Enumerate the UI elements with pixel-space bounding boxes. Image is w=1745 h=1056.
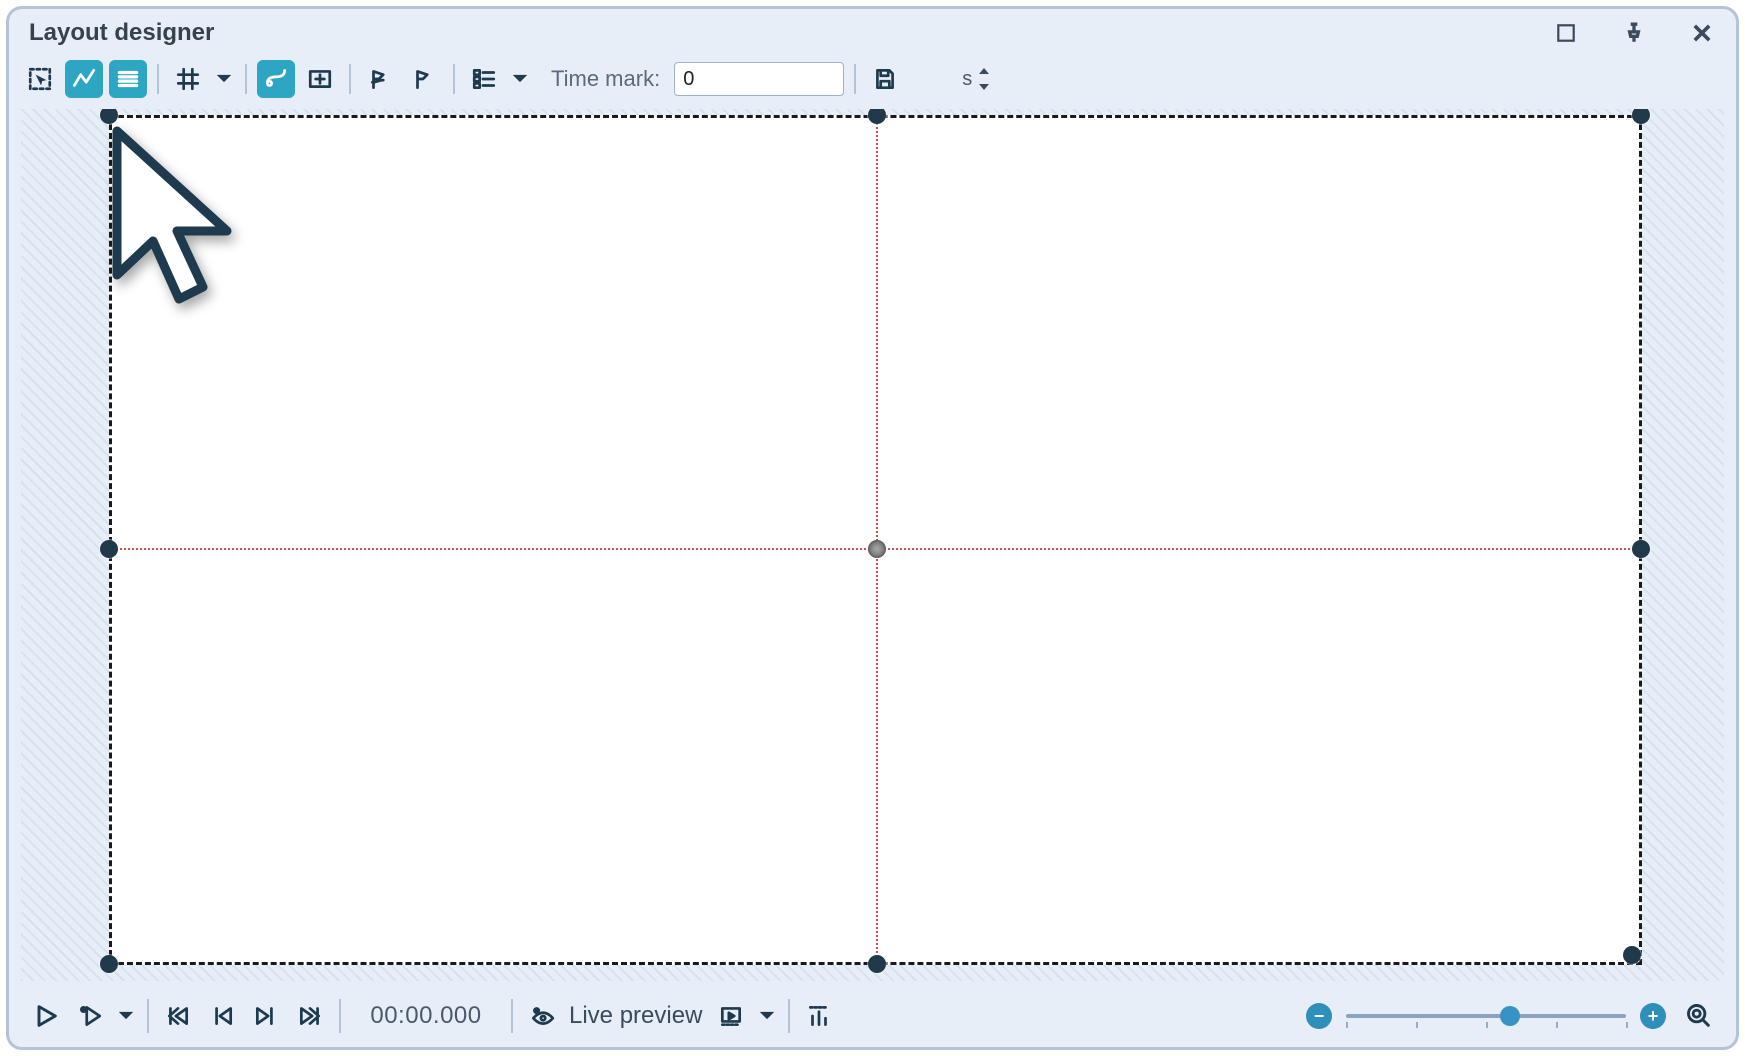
goto-start-button[interactable] [159,997,197,1035]
window-title: Layout designer [29,19,214,47]
zoom-reset-icon [1685,1002,1713,1030]
step-back-button[interactable] [203,997,241,1035]
path-icon [263,66,289,92]
grid-tool-dropdown[interactable] [213,60,235,98]
grid-tool[interactable] [169,60,207,98]
flag-end-tool[interactable] [405,60,443,98]
play-from-cursor-icon [77,1003,103,1029]
zoom-slider-thumb[interactable] [1500,1006,1520,1026]
toolbar-separator [854,64,856,94]
bottombar-separator [788,999,790,1033]
grid-icon [175,66,201,92]
chevron-down-icon [119,1011,133,1021]
toolbar-separator [349,64,351,94]
save-tool[interactable] [866,60,904,98]
flag-start-icon [367,66,393,92]
time-mark-unit: s [956,63,978,95]
bottombar-separator [147,999,149,1033]
goto-end-icon [297,1003,323,1029]
live-preview-button[interactable] [523,997,561,1035]
path-tool[interactable] [257,60,295,98]
preview-window-icon [718,1003,744,1029]
chevron-down-icon [513,74,527,84]
anchor-bot-left[interactable] [100,955,118,973]
maximize-button[interactable] [1552,19,1580,47]
play-options-dropdown[interactable] [115,997,137,1035]
spinner-down[interactable] [979,79,989,95]
anchor-mid-left[interactable] [100,540,118,558]
time-mark-input[interactable] [675,63,956,95]
zoom-reset-button[interactable] [1680,997,1718,1035]
canvas-zone[interactable] [21,109,1724,981]
list-tool[interactable] [109,60,147,98]
anchor-mid-right[interactable] [1632,540,1650,558]
fit-icon [307,66,333,92]
fit-tool[interactable] [301,60,339,98]
toolbar-separator [245,64,247,94]
play-from-cursor-button[interactable] [71,997,109,1035]
goto-start-icon [165,1003,191,1029]
chevron-up-icon [979,68,989,74]
polyline-tool[interactable] [65,60,103,98]
live-preview-label: Live preview [567,1002,706,1030]
zoom-slider[interactable] [1346,1004,1626,1028]
legend-icon [471,66,497,92]
anchor-bot-mid[interactable] [868,955,886,973]
eye-icon [529,1003,555,1029]
step-forward-icon [253,1003,279,1029]
time-mark-field: s [674,62,844,96]
polyline-icon [71,66,97,92]
anchor-top-right[interactable] [1632,109,1650,124]
play-button[interactable] [27,997,65,1035]
anchor-center[interactable] [868,540,886,558]
zoom-in-button[interactable] [1640,1003,1666,1029]
goto-end-button[interactable] [291,997,329,1035]
legend-tool-dropdown[interactable] [509,60,531,98]
select-tool[interactable] [21,60,59,98]
chevron-down-icon [760,1011,774,1021]
timecode: 00:00.000 [351,1002,501,1030]
maximize-icon [1555,22,1577,44]
close-icon [1690,21,1714,45]
pin-button[interactable] [1620,19,1648,47]
meters-icon [806,1003,832,1029]
bottombar-separator [339,999,341,1033]
zoom-out-button[interactable] [1306,1003,1332,1029]
toolbar-separator [453,64,455,94]
spinner-up[interactable] [979,63,989,79]
list-lines-icon [115,66,141,92]
chevron-down-icon [217,74,231,84]
play-icon [32,1002,60,1030]
bottombar-separator [511,999,513,1033]
top-toolbar: Time mark: s [9,57,1736,101]
time-mark-label: Time mark: [537,66,668,92]
flag-start-tool[interactable] [361,60,399,98]
select-icon [27,66,53,92]
titlebar: Layout designer [9,9,1736,57]
preview-window-button[interactable] [712,997,750,1035]
toolbar-separator [157,64,159,94]
pin-icon [1623,21,1645,45]
flag-end-icon [411,66,437,92]
meters-button[interactable] [800,997,838,1035]
preview-window-dropdown[interactable] [756,997,778,1035]
layout-designer-window: Layout designer [6,6,1739,1050]
window-controls [1552,19,1716,47]
bottom-toolbar: 00:00.000 Live preview [9,985,1736,1047]
save-icon [872,66,898,92]
time-mark-spinner [978,63,989,95]
close-button[interactable] [1688,19,1716,47]
step-back-icon [209,1003,235,1029]
legend-tool[interactable] [465,60,503,98]
step-forward-button[interactable] [247,997,285,1035]
anchor-bot-right[interactable] [1623,946,1641,964]
chevron-down-icon [979,84,989,90]
